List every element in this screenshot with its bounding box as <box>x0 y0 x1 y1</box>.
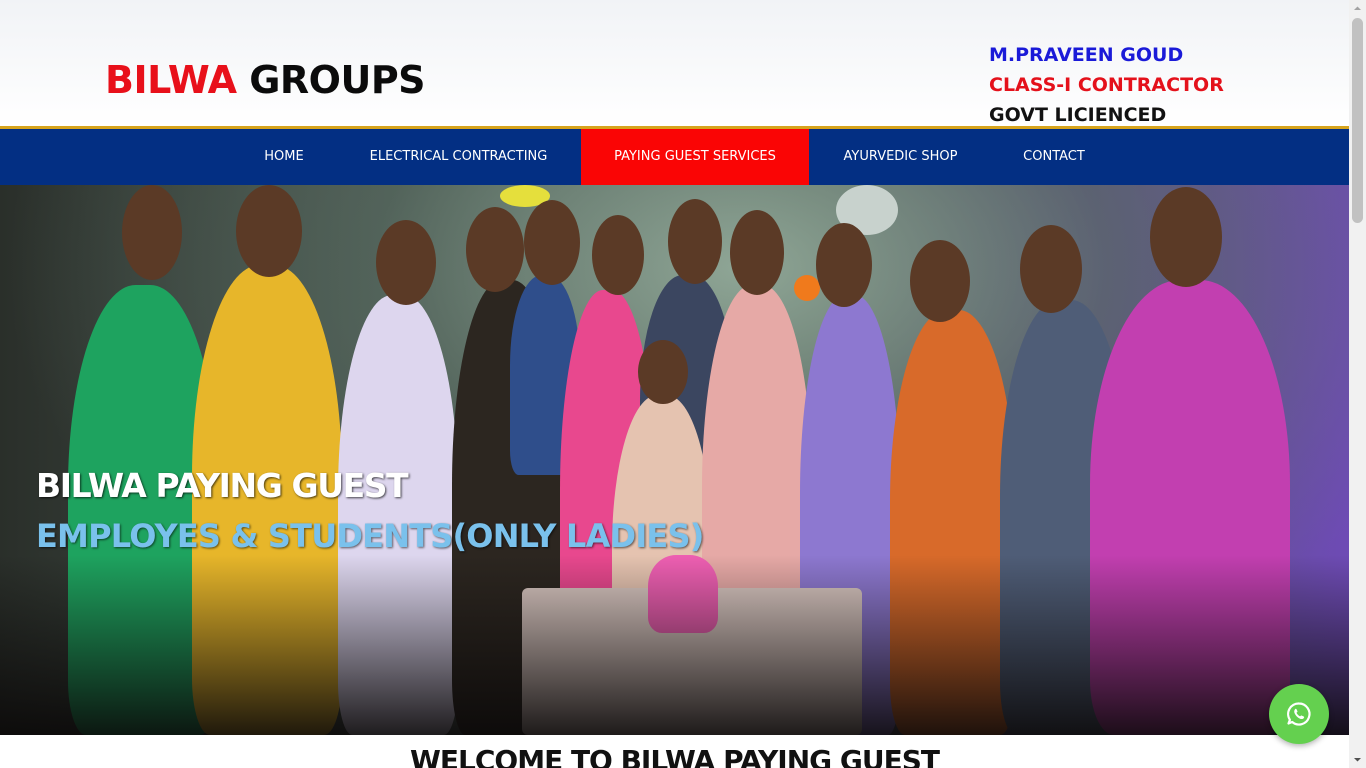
nav-item-ayurvedic-shop[interactable]: AYURVEDIC SHOP <box>809 129 992 185</box>
vertical-scrollbar[interactable] <box>1349 0 1366 768</box>
hero-subtitle: EMPLOYES & STUDENTS(ONLY LADIES) <box>36 517 704 555</box>
owner-title: CLASS-I CONTRACTOR <box>989 74 1224 96</box>
logo-bilwa: BILWA <box>105 58 237 102</box>
person-head <box>1150 187 1222 287</box>
person-head <box>236 185 302 277</box>
site-logo[interactable]: BILWA GROUPS <box>105 54 426 106</box>
person-head <box>376 220 436 305</box>
person-head <box>524 200 580 285</box>
site-header: BILWA GROUPS M.PRAVEEN GOUD CLASS-I CONT… <box>0 0 1349 126</box>
whatsapp-button[interactable] <box>1269 684 1329 744</box>
person-head <box>1020 225 1082 313</box>
nav-item-electrical-contracting[interactable]: ELECTRICAL CONTRACTING <box>336 129 581 185</box>
nav-item-home[interactable]: HOME <box>232 129 336 185</box>
person-head <box>122 185 182 280</box>
person-head <box>668 199 722 284</box>
scroll-up-arrow-icon[interactable] <box>1349 0 1366 17</box>
nav-item-paying-guest-services[interactable]: PAYING GUEST SERVICES <box>581 129 809 185</box>
owner-name: M.PRAVEEN GOUD <box>989 44 1184 66</box>
page: BILWA GROUPS M.PRAVEEN GOUD CLASS-I CONT… <box>0 0 1349 768</box>
hero-banner: BILWA PAYING GUEST EMPLOYES & STUDENTS(O… <box>0 185 1349 735</box>
scroll-down-arrow-icon[interactable] <box>1349 751 1366 768</box>
person-head <box>638 340 688 404</box>
whatsapp-icon <box>1287 702 1311 726</box>
owner-info: M.PRAVEEN GOUD CLASS-I CONTRACTOR GOVT L… <box>989 40 1224 130</box>
person-head <box>816 223 872 307</box>
welcome-heading: WELCOME TO BILWA PAYING GUEST <box>410 744 940 768</box>
main-nav: HOME ELECTRICAL CONTRACTING PAYING GUEST… <box>0 129 1349 185</box>
person-head <box>466 207 524 292</box>
nav-item-contact[interactable]: CONTACT <box>992 129 1116 185</box>
hero-shade <box>0 555 1349 735</box>
hero-title: BILWA PAYING GUEST <box>36 466 409 505</box>
person-head <box>910 240 970 322</box>
balloon-shape <box>794 275 820 301</box>
person-head <box>730 210 784 295</box>
person-head <box>592 215 644 295</box>
logo-groups: GROUPS <box>249 58 426 102</box>
scrollbar-thumb[interactable] <box>1352 18 1363 223</box>
